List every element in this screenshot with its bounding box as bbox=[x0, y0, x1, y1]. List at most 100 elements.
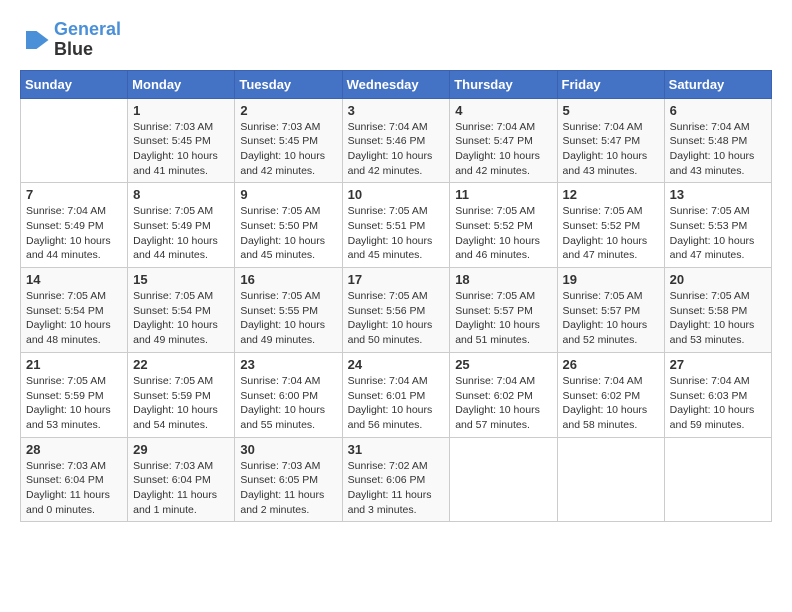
day-number: 31 bbox=[348, 442, 445, 457]
day-info: Sunrise: 7:03 AMSunset: 6:05 PMDaylight:… bbox=[240, 459, 336, 518]
day-info: Sunrise: 7:05 AMSunset: 5:54 PMDaylight:… bbox=[26, 289, 122, 348]
day-info: Sunrise: 7:05 AMSunset: 5:59 PMDaylight:… bbox=[26, 374, 122, 433]
header-tuesday: Tuesday bbox=[235, 70, 342, 98]
day-number: 17 bbox=[348, 272, 445, 287]
calendar-week-4: 21 Sunrise: 7:05 AMSunset: 5:59 PMDayligh… bbox=[21, 352, 772, 437]
header-friday: Friday bbox=[557, 70, 664, 98]
calendar-cell: 30 Sunrise: 7:03 AMSunset: 6:05 PMDayligh… bbox=[235, 437, 342, 522]
calendar-cell: 23Sunrise: 7:04 AMSunset: 6:00 PMDayligh… bbox=[235, 352, 342, 437]
day-number: 25 bbox=[455, 357, 551, 372]
calendar-cell: 4 Sunrise: 7:04 AMSunset: 5:47 PMDaylight… bbox=[450, 98, 557, 183]
day-number: 10 bbox=[348, 187, 445, 202]
calendar-cell: 8Sunrise: 7:05 AMSunset: 5:49 PMDaylight… bbox=[128, 183, 235, 268]
calendar-cell: 14 Sunrise: 7:05 AMSunset: 5:54 PMDayligh… bbox=[21, 268, 128, 353]
day-info: Sunrise: 7:02 AMSunset: 6:06 PMDaylight:… bbox=[348, 459, 445, 518]
header-thursday: Thursday bbox=[450, 70, 557, 98]
calendar-cell: 1 Sunrise: 7:03 AMSunset: 5:45 PMDaylight… bbox=[128, 98, 235, 183]
day-info: Sunrise: 7:05 AMSunset: 5:57 PMDaylight:… bbox=[563, 289, 659, 348]
calendar-table: SundayMondayTuesdayWednesdayThursdayFrid… bbox=[20, 70, 772, 523]
calendar-cell: 19Sunrise: 7:05 AMSunset: 5:57 PMDayligh… bbox=[557, 268, 664, 353]
day-info: Sunrise: 7:03 AMSunset: 5:45 PMDaylight:… bbox=[240, 120, 336, 179]
day-number: 11 bbox=[455, 187, 551, 202]
page-header: General Blue bbox=[20, 20, 772, 60]
calendar-cell bbox=[21, 98, 128, 183]
calendar-cell: 16 Sunrise: 7:05 AMSunset: 5:55 PMDayligh… bbox=[235, 268, 342, 353]
calendar-cell: 25 Sunrise: 7:04 AMSunset: 6:02 PMDayligh… bbox=[450, 352, 557, 437]
day-number: 5 bbox=[563, 103, 659, 118]
calendar-cell: 7 Sunrise: 7:04 AMSunset: 5:49 PMDaylight… bbox=[21, 183, 128, 268]
day-number: 22 bbox=[133, 357, 229, 372]
calendar-cell: 24 Sunrise: 7:04 AMSunset: 6:01 PMDayligh… bbox=[342, 352, 450, 437]
day-number: 20 bbox=[670, 272, 766, 287]
calendar-cell bbox=[450, 437, 557, 522]
calendar-cell: 3 Sunrise: 7:04 AMSunset: 5:46 PMDaylight… bbox=[342, 98, 450, 183]
calendar-cell: 31 Sunrise: 7:02 AMSunset: 6:06 PMDayligh… bbox=[342, 437, 450, 522]
day-info: Sunrise: 7:04 AMSunset: 5:49 PMDaylight:… bbox=[26, 204, 122, 263]
calendar-cell bbox=[664, 437, 771, 522]
day-number: 12 bbox=[563, 187, 659, 202]
day-info: Sunrise: 7:05 AMSunset: 5:58 PMDaylight:… bbox=[670, 289, 766, 348]
calendar-header-row: SundayMondayTuesdayWednesdayThursdayFrid… bbox=[21, 70, 772, 98]
calendar-cell: 13 Sunrise: 7:05 AMSunset: 5:53 PMDayligh… bbox=[664, 183, 771, 268]
day-info: Sunrise: 7:04 AMSunset: 6:02 PMDaylight:… bbox=[455, 374, 551, 433]
calendar-week-1: 1 Sunrise: 7:03 AMSunset: 5:45 PMDaylight… bbox=[21, 98, 772, 183]
day-number: 14 bbox=[26, 272, 122, 287]
day-number: 3 bbox=[348, 103, 445, 118]
header-wednesday: Wednesday bbox=[342, 70, 450, 98]
header-sunday: Sunday bbox=[21, 70, 128, 98]
calendar-cell: 11Sunrise: 7:05 AMSunset: 5:52 PMDayligh… bbox=[450, 183, 557, 268]
logo: General Blue bbox=[20, 20, 121, 60]
day-number: 4 bbox=[455, 103, 551, 118]
calendar-cell: 26Sunrise: 7:04 AMSunset: 6:02 PMDayligh… bbox=[557, 352, 664, 437]
day-info: Sunrise: 7:04 AMSunset: 5:47 PMDaylight:… bbox=[563, 120, 659, 179]
day-number: 28 bbox=[26, 442, 122, 457]
day-number: 13 bbox=[670, 187, 766, 202]
calendar-cell: 12Sunrise: 7:05 AMSunset: 5:52 PMDayligh… bbox=[557, 183, 664, 268]
logo-text: General Blue bbox=[54, 20, 121, 60]
day-number: 15 bbox=[133, 272, 229, 287]
calendar-week-2: 7 Sunrise: 7:04 AMSunset: 5:49 PMDaylight… bbox=[21, 183, 772, 268]
calendar-cell: 21 Sunrise: 7:05 AMSunset: 5:59 PMDayligh… bbox=[21, 352, 128, 437]
calendar-cell: 28 Sunrise: 7:03 AMSunset: 6:04 PMDayligh… bbox=[21, 437, 128, 522]
day-info: Sunrise: 7:05 AMSunset: 5:57 PMDaylight:… bbox=[455, 289, 551, 348]
day-number: 24 bbox=[348, 357, 445, 372]
day-info: Sunrise: 7:03 AMSunset: 6:04 PMDaylight:… bbox=[133, 459, 229, 518]
day-info: Sunrise: 7:04 AMSunset: 6:01 PMDaylight:… bbox=[348, 374, 445, 433]
day-number: 2 bbox=[240, 103, 336, 118]
day-number: 6 bbox=[670, 103, 766, 118]
calendar-cell: 20 Sunrise: 7:05 AMSunset: 5:58 PMDayligh… bbox=[664, 268, 771, 353]
calendar-cell: 27Sunrise: 7:04 AMSunset: 6:03 PMDayligh… bbox=[664, 352, 771, 437]
calendar-week-3: 14 Sunrise: 7:05 AMSunset: 5:54 PMDayligh… bbox=[21, 268, 772, 353]
day-number: 16 bbox=[240, 272, 336, 287]
day-number: 9 bbox=[240, 187, 336, 202]
calendar-cell: 17 Sunrise: 7:05 AMSunset: 5:56 PMDayligh… bbox=[342, 268, 450, 353]
calendar-cell: 9Sunrise: 7:05 AMSunset: 5:50 PMDaylight… bbox=[235, 183, 342, 268]
logo-icon bbox=[20, 25, 50, 55]
day-info: Sunrise: 7:05 AMSunset: 5:55 PMDaylight:… bbox=[240, 289, 336, 348]
calendar-week-5: 28 Sunrise: 7:03 AMSunset: 6:04 PMDayligh… bbox=[21, 437, 772, 522]
calendar-cell: 6Sunrise: 7:04 AMSunset: 5:48 PMDaylight… bbox=[664, 98, 771, 183]
day-number: 21 bbox=[26, 357, 122, 372]
calendar-cell: 29 Sunrise: 7:03 AMSunset: 6:04 PMDayligh… bbox=[128, 437, 235, 522]
day-info: Sunrise: 7:04 AMSunset: 6:00 PMDaylight:… bbox=[240, 374, 336, 433]
day-number: 1 bbox=[133, 103, 229, 118]
day-number: 27 bbox=[670, 357, 766, 372]
day-number: 18 bbox=[455, 272, 551, 287]
calendar-cell: 10 Sunrise: 7:05 AMSunset: 5:51 PMDayligh… bbox=[342, 183, 450, 268]
calendar-cell: 15 Sunrise: 7:05 AMSunset: 5:54 PMDayligh… bbox=[128, 268, 235, 353]
day-info: Sunrise: 7:03 AMSunset: 5:45 PMDaylight:… bbox=[133, 120, 229, 179]
day-number: 30 bbox=[240, 442, 336, 457]
day-number: 7 bbox=[26, 187, 122, 202]
day-info: Sunrise: 7:04 AMSunset: 5:46 PMDaylight:… bbox=[348, 120, 445, 179]
day-info: Sunrise: 7:05 AMSunset: 5:54 PMDaylight:… bbox=[133, 289, 229, 348]
calendar-cell: 18 Sunrise: 7:05 AMSunset: 5:57 PMDayligh… bbox=[450, 268, 557, 353]
day-info: Sunrise: 7:03 AMSunset: 6:04 PMDaylight:… bbox=[26, 459, 122, 518]
day-info: Sunrise: 7:05 AMSunset: 5:56 PMDaylight:… bbox=[348, 289, 445, 348]
day-info: Sunrise: 7:05 AMSunset: 5:53 PMDaylight:… bbox=[670, 204, 766, 263]
calendar-cell bbox=[557, 437, 664, 522]
day-info: Sunrise: 7:04 AMSunset: 5:47 PMDaylight:… bbox=[455, 120, 551, 179]
day-number: 29 bbox=[133, 442, 229, 457]
day-info: Sunrise: 7:05 AMSunset: 5:59 PMDaylight:… bbox=[133, 374, 229, 433]
calendar-cell: 2 Sunrise: 7:03 AMSunset: 5:45 PMDaylight… bbox=[235, 98, 342, 183]
day-info: Sunrise: 7:05 AMSunset: 5:51 PMDaylight:… bbox=[348, 204, 445, 263]
